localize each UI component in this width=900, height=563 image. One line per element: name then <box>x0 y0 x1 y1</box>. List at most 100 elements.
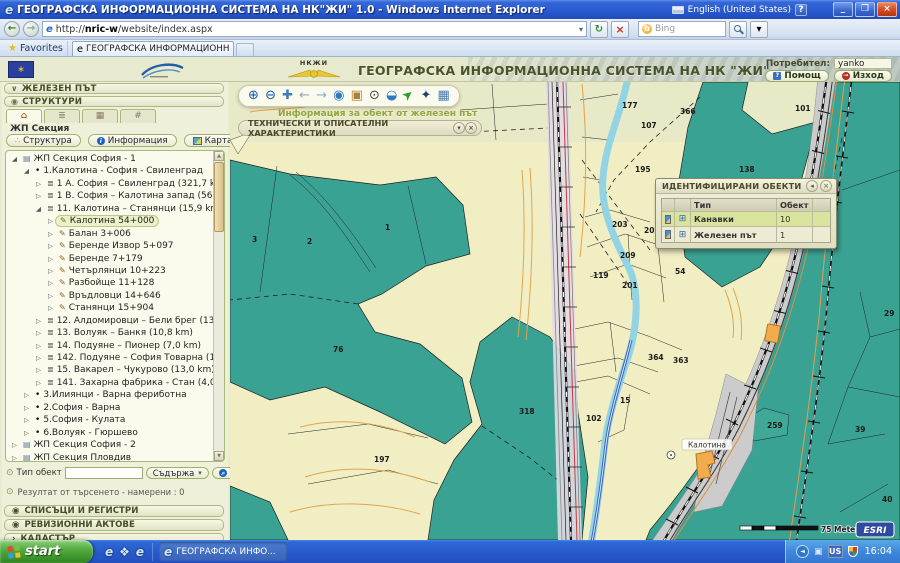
pan-icon[interactable]: ✚ <box>282 86 293 106</box>
information-button[interactable]: iИнформация <box>88 134 177 147</box>
popup-close-button[interactable]: × <box>820 180 832 192</box>
table-row[interactable]: ⊞Железен път1 <box>662 227 830 242</box>
tree-expander-icon[interactable]: ▷ <box>22 414 31 426</box>
tree-expander-icon[interactable]: ▷ <box>46 253 55 265</box>
attributes-icon[interactable]: ⊞ <box>679 214 687 224</box>
zoom-to-object-icon[interactable] <box>665 230 671 239</box>
tree-expander-icon[interactable]: ▷ <box>34 340 43 352</box>
table-row[interactable]: ⊞Канавки10 <box>662 212 830 227</box>
restore-button[interactable]: ❐ <box>855 2 875 17</box>
accordion-revision-acts[interactable]: ◉ РЕВИЗИОННИ АКТОВЕ <box>4 519 224 531</box>
tree-expander-icon[interactable]: ▷ <box>22 402 31 414</box>
tree-expander-icon[interactable]: ▷ <box>22 427 31 439</box>
browser-tab[interactable]: e ГЕОГРАФСКА ИНФОРМАЦИОННА СИСТЕМА НА НК… <box>72 41 234 56</box>
help-button[interactable]: ?Помощ <box>765 70 828 82</box>
url-dropdown-icon[interactable]: ▾ <box>579 25 583 34</box>
ie-globe-icon[interactable]: e <box>136 545 144 559</box>
stop-button[interactable]: × <box>611 21 629 38</box>
popup-back-button[interactable]: ◂ <box>806 180 818 192</box>
tree-item[interactable]: ▷•6.Волуяк - Гюршево <box>7 427 213 439</box>
tree-item[interactable]: ▷≣1 А. София – Свиленград (321,7 km) <box>7 178 213 190</box>
language-indicator[interactable]: English (United States) <box>688 5 791 15</box>
tree-item[interactable]: ▷•5.София - Кулата <box>7 414 213 426</box>
tray-language[interactable]: US <box>828 545 843 558</box>
tree-expander-icon[interactable]: ▷ <box>34 327 43 339</box>
start-button[interactable]: start <box>0 540 93 563</box>
tree-item[interactable]: ◢▤ЖП Секция София - 1 <box>7 153 213 165</box>
exit-button[interactable]: →Изход <box>834 70 892 82</box>
tree-item[interactable]: ▷✎Балан 3+006 <box>7 228 213 240</box>
back-button[interactable]: ← <box>4 21 20 37</box>
tree-expander-icon[interactable]: ▷ <box>46 265 55 277</box>
tree-expander-icon[interactable]: ▷ <box>34 352 43 364</box>
type-object-input[interactable] <box>65 467 143 479</box>
tree-item[interactable]: ▷≣14. Подуяне – Пионер (7,0 km) <box>7 340 213 352</box>
tree-expander-icon[interactable]: ▷ <box>34 190 43 202</box>
scroll-up-icon[interactable]: ▲ <box>214 151 224 161</box>
tree-expander-icon[interactable]: ◢ <box>10 153 19 165</box>
previous-extent-icon[interactable]: ← <box>299 86 310 106</box>
tree-expander-icon[interactable]: ▷ <box>46 277 55 289</box>
tree-expander-icon[interactable]: ▷ <box>46 290 55 302</box>
tree-item[interactable]: ▷✎Разбойще 11+128 <box>7 277 213 289</box>
url-text[interactable]: http://nric-w/website/index.aspx <box>56 24 213 35</box>
taskbar-task-button[interactable]: e ГЕОГРАФСКА ИНФО... <box>159 542 287 561</box>
tree-expander-icon[interactable]: ◢ <box>22 165 31 177</box>
tree-item[interactable]: ▷•2.София - Варна <box>7 402 213 414</box>
full-extent-icon[interactable]: ◉ <box>333 86 344 106</box>
accordion-lists-registers[interactable]: ◉ СПИСЪЦИ И РЕГИСТРИ <box>4 505 224 517</box>
next-extent-icon[interactable]: → <box>316 86 327 106</box>
minimize-button[interactable]: _ <box>833 2 853 17</box>
tree-expander-icon[interactable]: ▷ <box>22 389 31 401</box>
refresh-button[interactable]: ↻ <box>590 21 608 38</box>
new-tab-button[interactable] <box>236 43 254 56</box>
network-icon[interactable]: ▣ <box>814 547 823 557</box>
scroll-down-icon[interactable]: ▼ <box>214 451 224 461</box>
hide-icons-icon[interactable]: ◄ <box>796 545 809 558</box>
tree-item[interactable]: ▷•3.Илиянци - Варна фериботна <box>7 389 213 401</box>
tree-item[interactable]: ▷≣12. Алдомировци – Бели брег (13,7 km) <box>7 315 213 327</box>
search-options-icon[interactable]: ▾ <box>750 21 768 38</box>
security-shield-icon[interactable] <box>848 546 858 557</box>
tree-expander-icon[interactable]: ▷ <box>46 215 55 227</box>
select-icon[interactable]: ◒ <box>386 86 397 106</box>
tree-expander-icon[interactable]: ◢ <box>34 203 43 215</box>
section-structures[interactable]: ◉ СТРУКТУРИ <box>4 96 224 107</box>
tree-expander-icon[interactable]: ▷ <box>34 178 43 190</box>
zoom-in-icon[interactable]: ⊕ <box>248 86 259 106</box>
tree-item[interactable]: ▷✎Четърлянци 10+223 <box>7 265 213 277</box>
close-button[interactable]: × <box>877 2 897 17</box>
zoom-out-icon[interactable]: ⊖ <box>265 86 276 106</box>
measure-icon[interactable]: ✦ <box>420 86 431 106</box>
panel-close-button[interactable]: × <box>465 122 477 134</box>
pin-tool-icon[interactable]: ➤ <box>398 85 419 107</box>
contains-dropdown[interactable]: Съдържа▾ <box>146 467 209 479</box>
tree-item[interactable]: ▷✎Станянци 15+904 <box>7 302 213 314</box>
tree-item[interactable]: ◢≣11. Калотина – Станянци (15,9 km) <box>7 203 213 215</box>
popup-titlebar[interactable]: ИДЕНТИФИЦИРАНИ ОБЕКТИ ◂ × <box>656 179 836 194</box>
tree-expander-icon[interactable]: ▷ <box>10 452 19 463</box>
info-panel-icon[interactable]: ▦ <box>437 86 449 106</box>
tree-item[interactable]: ▷≣142. Подуяне – София Товарна (1,4 km) <box>7 352 213 364</box>
tech-characteristics-panel[interactable]: ТЕХНИЧЕСКИ И ОПИСАТЕЛНИ ХАРАКТЕРИСТИКИ ▾… <box>238 120 482 136</box>
language-bar[interactable]: English (United States) ? <box>672 4 807 16</box>
collapse-circle-icon[interactable]: ⊙ <box>6 487 14 497</box>
tab-home[interactable]: ⌂ <box>6 109 42 123</box>
tree-item[interactable]: ▷✎Калотина 54+000 <box>7 215 213 227</box>
scrollbar-thumb[interactable] <box>214 162 224 232</box>
tree-item[interactable]: ▷≣15. Вакарел – Чукурово (13,0 km) <box>7 364 213 376</box>
tree-expander-icon[interactable]: ▷ <box>34 377 43 389</box>
search-box[interactable]: b Bing <box>638 21 726 37</box>
tree-item[interactable]: ▷≣1 В. София – Калотина запад (56,2 km) <box>7 190 213 202</box>
panel-collapse-button[interactable]: ▾ <box>453 122 465 134</box>
tree-item[interactable]: ▷▤ЖП Секция София - 2 <box>7 439 213 451</box>
tree-expander-icon[interactable]: ▷ <box>46 228 55 240</box>
tree-item[interactable]: ▷✎Беренде 7+179 <box>7 253 213 265</box>
language-help-icon[interactable]: ? <box>795 4 807 16</box>
attributes-icon[interactable]: ⊞ <box>679 230 687 240</box>
map-viewport[interactable]: Калотина 1237619731817710736610113819520… <box>230 82 900 540</box>
tree-expander-icon[interactable]: ▷ <box>34 364 43 376</box>
structure-button[interactable]: ∴Структура <box>6 134 81 147</box>
map-canvas[interactable]: Калотина 1237619731817710736610113819520… <box>230 82 900 540</box>
favorites-button[interactable]: ★ Favorites <box>4 41 68 56</box>
